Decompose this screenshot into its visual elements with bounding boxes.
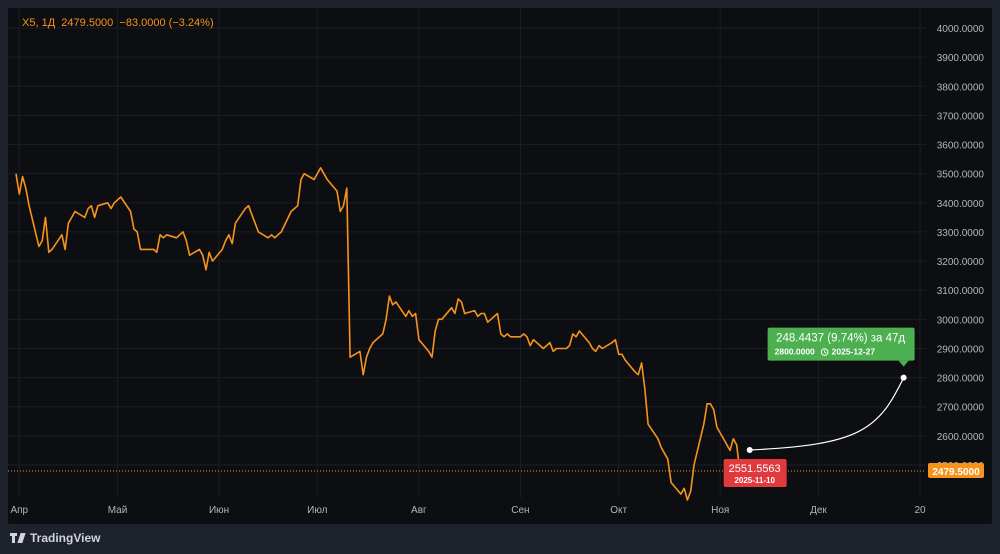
last-price-label-text: 2479.5000 (932, 467, 980, 478)
price-chart[interactable]: 2551.55632025-11-10 248.4437 (9.74%) за 4… (8, 8, 992, 524)
measure-start-point[interactable] (746, 446, 753, 453)
y-tick-label: 4000.0000 (937, 24, 985, 35)
chart-panel[interactable]: 2551.5563 2025-11-10 248.4437 (9.74%) за 4… (8, 8, 992, 524)
x-tick-label: Сен (511, 505, 529, 516)
symbol-name: X5 (22, 17, 36, 29)
y-tick-label: 3900.0000 (937, 53, 985, 64)
interval-label: 1Д (41, 17, 56, 29)
y-tick-label: 2800.0000 (937, 374, 985, 385)
y-tick-label: 2600.0000 (937, 432, 985, 443)
y-tick-label: 2900.0000 (937, 344, 985, 355)
y-tick-label: 3400.0000 (937, 199, 985, 210)
last-price: 2479.5000 (61, 17, 114, 29)
x-tick-label: Окт (610, 505, 627, 516)
y-tick-label: 3000.0000 (937, 315, 985, 326)
tradingview-logo[interactable]: TradingView (10, 528, 100, 548)
x-tick-label: Май (108, 505, 128, 516)
y-tick-label: 3600.0000 (937, 141, 985, 152)
x-tick-label: Дек (810, 505, 827, 516)
measure-end-point[interactable] (900, 374, 907, 381)
tradingview-logo-icon (10, 533, 26, 543)
measure-start-price: 2551.5563 (729, 463, 781, 475)
x-tick-label: Авг (411, 505, 427, 516)
measure-end-price: 2800.0000 (775, 347, 815, 357)
x-tick-label: Июл (307, 505, 327, 516)
price-change-percent: (−3.24%) (168, 17, 214, 29)
y-tick-label: 3700.0000 (937, 111, 985, 122)
last-price-axis-label: 2479.5000 (928, 462, 984, 478)
measure-delta-text: 248.4437 (9.74%) за 47д (776, 333, 905, 345)
chart-background (8, 8, 992, 524)
y-tick-label: 3300.0000 (937, 228, 985, 239)
measure-end-date: 2025-12-27 (832, 347, 876, 357)
x-tick-label: Июн (209, 505, 229, 516)
y-tick-label: 3100.0000 (937, 286, 985, 297)
tradingview-logo-text: TradingView (30, 531, 101, 545)
y-tick-label: 3500.0000 (937, 170, 985, 181)
x-tick-label: 20 (914, 505, 926, 516)
symbol-legend[interactable]: X5, 1Д 2479.5000 −83.0000 (−3.24%) (22, 17, 214, 29)
measure-start-date: 2025-11-10 (734, 476, 775, 485)
price-change: −83.0000 (119, 17, 166, 29)
y-tick-label: 3200.0000 (937, 257, 985, 268)
y-tick-label: 3800.0000 (937, 82, 985, 93)
x-tick-label: Апр (10, 505, 28, 516)
x-tick-label: Ноя (711, 505, 729, 516)
y-tick-label: 2700.0000 (937, 403, 985, 414)
measure-start-badge: 2551.55632025-11-10 (723, 458, 787, 487)
